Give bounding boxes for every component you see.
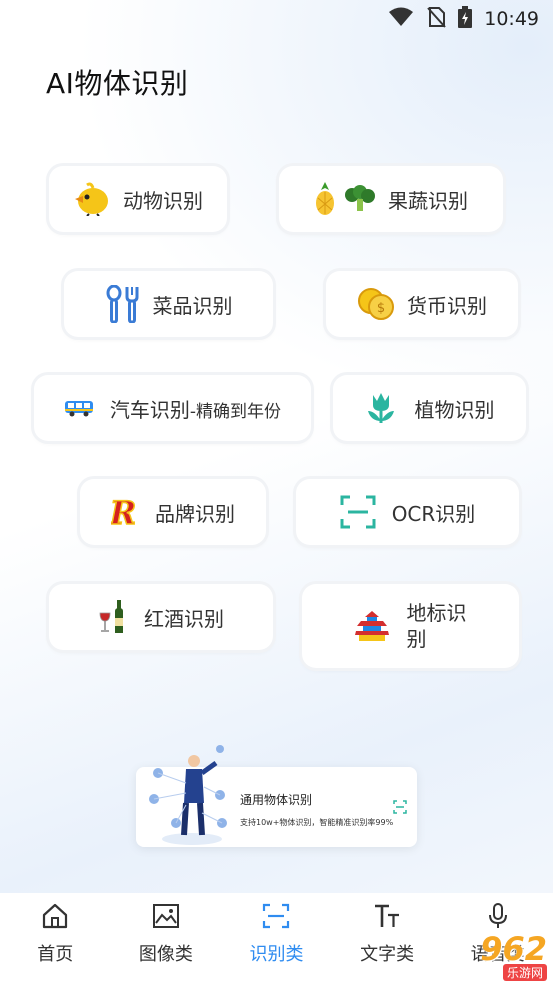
page-title: AI物体识别: [46, 67, 189, 100]
scan-frame-nav-icon: [262, 903, 290, 934]
dish-recognition-button[interactable]: 菜品识别: [64, 271, 273, 337]
scan-icon: [393, 799, 407, 818]
watermark-main: 962: [480, 929, 547, 968]
animal-recognition-label: 动物识别: [123, 188, 203, 213]
home-icon: [41, 903, 69, 934]
image-icon: [152, 903, 180, 934]
nav-text-label: 文字类: [360, 944, 415, 965]
wine-recognition-button[interactable]: 红酒识别: [49, 584, 273, 650]
nav-recognize-label: 识别类: [249, 944, 304, 965]
landmark-recognition-label-line2: 别: [406, 627, 427, 651]
brand-recognition-button[interactable]: R 品牌识别: [80, 479, 266, 545]
wine-icon: [98, 599, 128, 635]
currency-recognition-button[interactable]: $ 货币识别: [326, 271, 518, 337]
site-watermark: 962 乐游网: [407, 929, 547, 981]
animal-recognition-button[interactable]: 动物识别: [49, 166, 227, 232]
currency-recognition-label: 货币识别: [407, 293, 487, 318]
landmark-recognition-button[interactable]: 地标识 别: [302, 584, 519, 668]
battery-charging-icon: [458, 6, 473, 32]
nav-home[interactable]: 首页: [5, 903, 105, 966]
fruit-vegetable-recognition-button[interactable]: 果蔬识别: [279, 166, 503, 232]
nav-home-label: 首页: [37, 944, 74, 965]
nav-image-label: 图像类: [138, 944, 193, 965]
text-format-icon: [373, 903, 401, 934]
watermark-sub: 乐游网: [502, 963, 547, 981]
svg-text:$: $: [377, 301, 385, 316]
car-recognition-button[interactable]: 汽车识别 -精确到年份: [34, 375, 311, 441]
nav-image[interactable]: 图像类: [116, 903, 216, 966]
broccoli-icon: [344, 185, 376, 213]
card-description: 支持10w+物体识别，智能精准识别率99%: [240, 818, 394, 827]
brand-logo-icon: R: [111, 494, 135, 530]
nav-recognize[interactable]: 识别类: [226, 903, 326, 966]
scan-frame-icon: [340, 495, 376, 529]
general-object-recognition-card[interactable]: 通用物体识别 支持10w+物体识别，智能精准识别率99%: [136, 745, 417, 847]
bus-icon: [64, 398, 94, 418]
wine-recognition-label: 红酒识别: [144, 606, 224, 631]
svg-text:R: R: [111, 494, 135, 530]
chick-icon: [73, 182, 111, 216]
cutlery-icon: [105, 285, 141, 323]
no-sim-icon: [426, 6, 446, 32]
car-recognition-label: 汽车识别: [109, 397, 190, 422]
tulip-icon: [365, 391, 397, 425]
coins-icon: $: [357, 287, 395, 321]
pineapple-icon: [314, 182, 336, 216]
status-time: 10:49: [484, 8, 539, 30]
plant-recognition-button[interactable]: 植物识别: [333, 375, 526, 441]
wifi-icon: [388, 7, 414, 31]
dish-recognition-label: 菜品识别: [152, 293, 233, 318]
card-title: 通用物体识别: [240, 793, 313, 807]
brand-recognition-label: 品牌识别: [155, 501, 235, 526]
plant-recognition-label: 植物识别: [414, 397, 495, 422]
ocr-recognition-label: OCR识别: [391, 501, 476, 526]
landmark-recognition-label-line1: 地标识: [406, 601, 467, 625]
status-bar: 10:49: [0, 0, 553, 38]
business-person-illustration: [136, 743, 240, 851]
temple-icon: [354, 609, 389, 643]
ocr-recognition-button[interactable]: OCR识别: [296, 479, 519, 545]
fruit-vegetable-recognition-label: 果蔬识别: [388, 188, 468, 213]
car-recognition-sublabel: -精确到年份: [189, 401, 282, 422]
